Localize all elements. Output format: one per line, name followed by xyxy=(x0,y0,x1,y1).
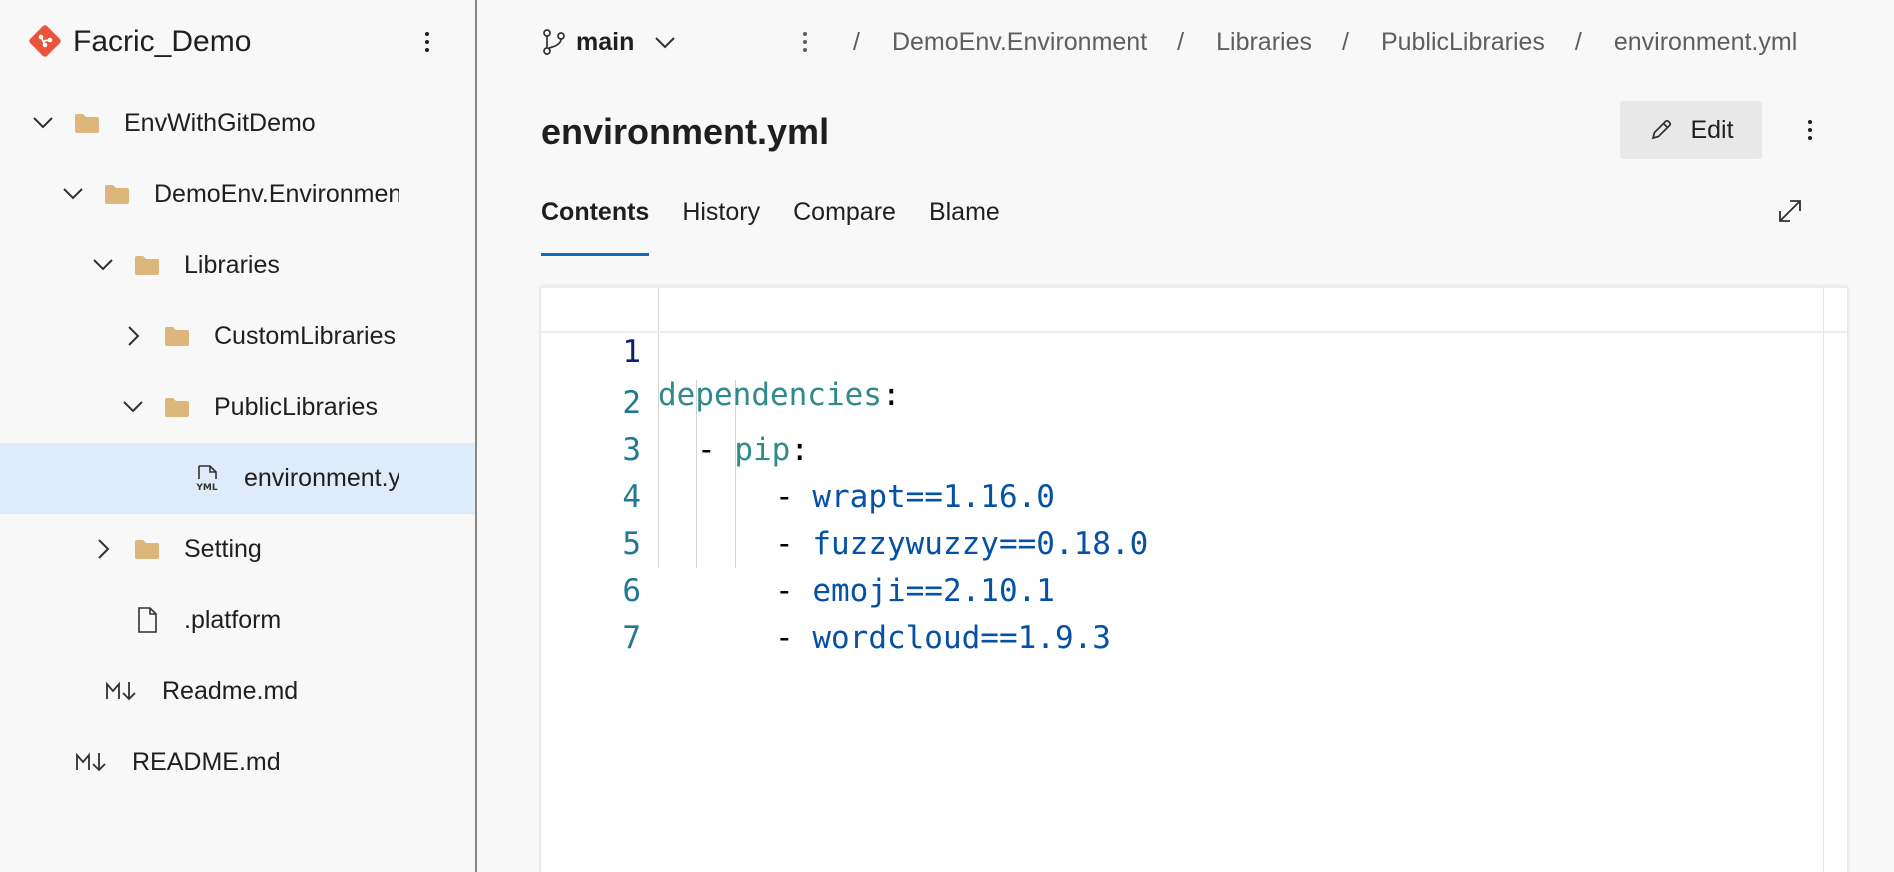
breadcrumb-item[interactable]: PublicLibraries xyxy=(1381,24,1545,60)
folder-icon xyxy=(72,108,102,138)
page-title: environment.yml xyxy=(541,111,830,152)
breadcrumb: / DemoEnv.Environment / Libraries / Publ… xyxy=(853,24,1797,60)
breadcrumb-item[interactable]: Libraries xyxy=(1216,24,1312,60)
topbar: main / DemoEnv.Environment / Libraries /… xyxy=(479,0,1894,84)
folder-icon xyxy=(132,250,162,280)
pencil-icon xyxy=(1652,119,1672,140)
file-viewer: main / DemoEnv.Environment / Libraries /… xyxy=(479,0,1894,872)
tree-item-readme-md[interactable]: Readme.md xyxy=(0,656,475,727)
file-explorer-sidebar: Facric_Demo EnvWithGitDemo DemoEnv.Envir… xyxy=(0,0,477,872)
code-line: 4 - fuzzywuzzy==0.18.0 xyxy=(541,427,1847,562)
tab-history[interactable]: History xyxy=(682,190,760,256)
file-icon xyxy=(132,605,162,635)
more-options-icon[interactable] xyxy=(795,22,815,62)
tree-item-demoenv-environment[interactable]: DemoEnv.Environment xyxy=(0,159,475,230)
folder-icon xyxy=(162,321,192,351)
repo-name[interactable]: Facric_Demo xyxy=(73,20,251,64)
edit-button[interactable]: Edit xyxy=(1620,101,1762,159)
line-number: 7 xyxy=(622,620,641,656)
code-line: 5 - emoji==2.10.1 xyxy=(541,474,1847,609)
breadcrumb-separator: / xyxy=(1177,28,1185,56)
git-logo-icon xyxy=(29,25,61,57)
breadcrumb-item[interactable]: DemoEnv.Environment xyxy=(892,24,1147,60)
expand-icon[interactable] xyxy=(1773,194,1807,228)
file-tabs: Contents History Compare Blame xyxy=(541,190,1033,256)
tree-item-label: Libraries xyxy=(184,251,280,279)
tree-item-environment-yml[interactable]: YML environment.yml xyxy=(0,443,475,514)
breadcrumb-separator: / xyxy=(1574,28,1582,56)
svg-text:YML: YML xyxy=(195,483,217,493)
branch-selector[interactable]: main xyxy=(576,24,634,60)
tab-contents[interactable]: Contents xyxy=(541,190,650,256)
repo-header: Facric_Demo xyxy=(0,0,475,84)
chevron-right-icon[interactable] xyxy=(120,323,146,349)
tree-item-label: DemoEnv.Environment xyxy=(154,180,399,208)
code-line: 2 - pip: xyxy=(541,333,1847,468)
breadcrumb-item[interactable]: environment.yml xyxy=(1614,24,1797,60)
tree-item-readme-md-root[interactable]: README.md xyxy=(0,727,475,798)
tree-item-envwithgitdemo[interactable]: EnvWithGitDemo xyxy=(0,88,475,159)
yaml-value: wordcloud==1.9.3 xyxy=(812,620,1111,656)
tree-item-publiclibraries[interactable]: PublicLibraries xyxy=(0,372,475,443)
markdown-icon xyxy=(104,676,140,706)
chevron-right-icon[interactable] xyxy=(90,536,116,562)
tree-item-label: Readme.md xyxy=(162,677,299,705)
file-tree: EnvWithGitDemo DemoEnv.Environment Libra… xyxy=(0,88,475,798)
yaml-dash: - xyxy=(775,620,813,656)
chevron-down-icon[interactable] xyxy=(120,394,146,420)
yml-file-icon: YML xyxy=(192,463,222,493)
branch-icon[interactable] xyxy=(541,28,567,56)
more-options-icon[interactable] xyxy=(1800,110,1820,150)
tree-item-platform[interactable]: .platform xyxy=(0,585,475,656)
tree-item-label: PublicLibraries xyxy=(214,393,378,421)
breadcrumb-separator: / xyxy=(853,28,860,56)
code-viewer[interactable]: 1 dependencies: 2 - pip: 3 - wrapt==1.16… xyxy=(541,286,1847,872)
tree-item-label: README.md xyxy=(132,748,281,776)
markdown-icon xyxy=(74,747,110,777)
code-line: 6 - wordcloud==1.9.3 xyxy=(541,521,1847,656)
code-line: 1 dependencies: xyxy=(541,286,1847,413)
repo-more-options-icon[interactable] xyxy=(412,22,442,62)
chevron-down-icon[interactable] xyxy=(90,252,116,278)
tree-item-libraries[interactable]: Libraries xyxy=(0,230,475,301)
tab-compare[interactable]: Compare xyxy=(793,190,896,256)
folder-icon xyxy=(132,534,162,564)
tree-item-label: environment.yml xyxy=(244,464,399,492)
chevron-down-icon[interactable] xyxy=(651,28,679,56)
tab-blame[interactable]: Blame xyxy=(929,190,1000,256)
chevron-down-icon[interactable] xyxy=(30,110,56,136)
tree-item-label: Setting xyxy=(184,535,262,563)
tree-item-label: CustomLibraries xyxy=(214,322,397,350)
folder-icon xyxy=(162,392,192,422)
breadcrumb-separator: / xyxy=(1341,28,1349,56)
code-line: 3 - wrapt==1.16.0 xyxy=(541,380,1847,515)
tree-item-label: .platform xyxy=(184,606,282,634)
tree-item-label: EnvWithGitDemo xyxy=(124,109,316,137)
chevron-down-icon[interactable] xyxy=(60,181,86,207)
edit-button-label: Edit xyxy=(1690,116,1734,144)
tree-item-setting[interactable]: Setting xyxy=(0,514,475,585)
code-line: 7 xyxy=(541,568,1847,656)
folder-icon xyxy=(102,179,132,209)
tree-item-customlibraries[interactable]: CustomLibraries xyxy=(0,301,475,372)
scrollbar[interactable] xyxy=(1823,286,1847,872)
